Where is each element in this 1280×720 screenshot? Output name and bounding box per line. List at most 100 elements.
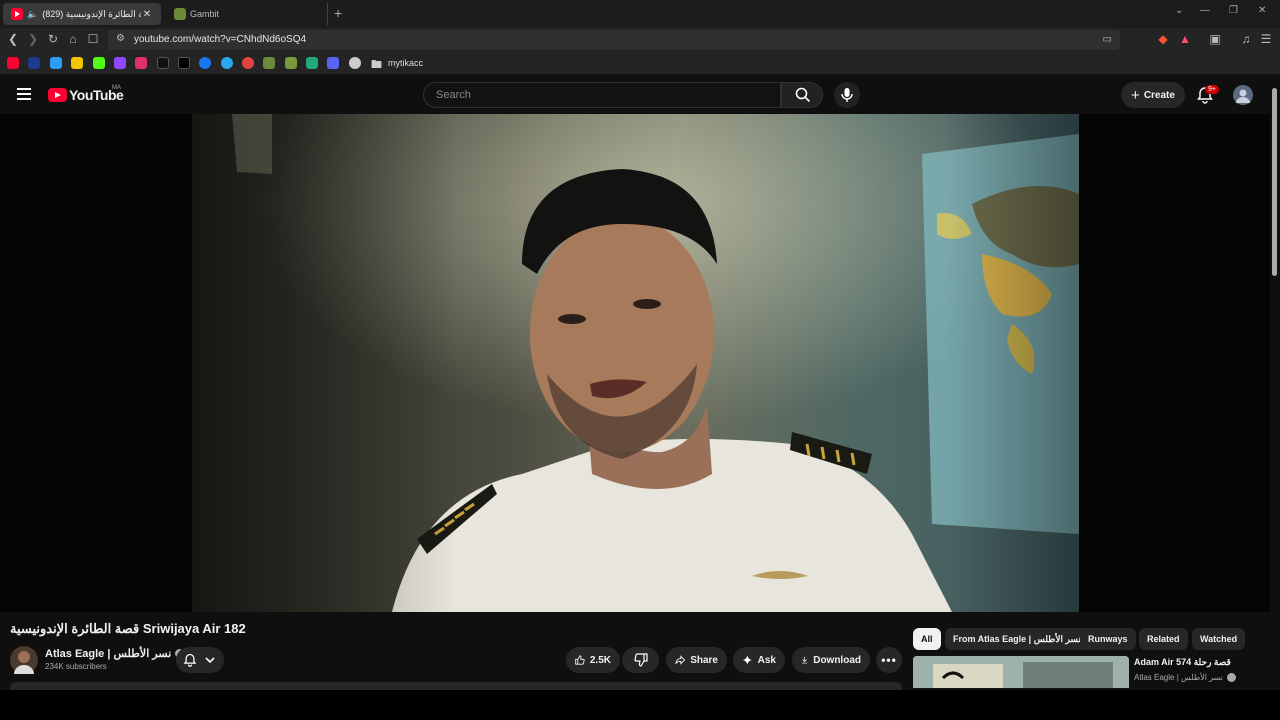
scrollbar-thumb[interactable] [1272, 88, 1277, 276]
sparkle-icon [742, 655, 752, 665]
bookmark-tiktok-icon[interactable] [157, 57, 169, 69]
forward-icon[interactable]: ❯ [25, 32, 41, 46]
tab-title: Gambit [190, 9, 220, 19]
share-button[interactable]: Share [666, 647, 727, 673]
speaker-icon[interactable]: 🔈 [27, 9, 38, 20]
search-button[interactable] [781, 82, 823, 108]
tab-gambit[interactable]: Gambit [166, 3, 328, 25]
channel-avatar-image [14, 651, 34, 674]
gambit-favicon-icon [174, 8, 186, 20]
dislike-button[interactable] [622, 647, 659, 673]
site-info-icon[interactable]: ⚙ [116, 33, 125, 44]
share-label: Share [690, 654, 718, 666]
description-box[interactable] [10, 682, 902, 690]
search-input[interactable] [424, 83, 780, 107]
search-box[interactable] [423, 82, 781, 108]
verified-check-icon [1227, 673, 1236, 682]
menu-icon[interactable]: ☰ [1258, 32, 1274, 46]
microphone-icon [841, 88, 853, 102]
bookmark-instagram-icon[interactable] [135, 57, 147, 69]
download-button[interactable]: Download [792, 647, 870, 673]
bookmark-play-icon[interactable] [28, 57, 40, 69]
like-count: 2.5K [589, 654, 611, 666]
url-text: youtube.com/watch?v=CNhdNd6oSQ4 [134, 34, 307, 45]
video-frame-pilot [192, 114, 1079, 612]
voice-search-button[interactable] [834, 82, 860, 108]
channel-name: Atlas Eagle | نسر الأطلس [45, 648, 172, 660]
video-title: قصة الطائرة الإندونيسية Sriwijaya Air 18… [10, 621, 246, 636]
account-avatar[interactable] [1233, 85, 1253, 105]
more-actions-button[interactable]: ••• [876, 647, 902, 673]
youtube-logo[interactable]: YouTube MA [48, 85, 124, 103]
avatar-person-icon [1236, 89, 1250, 103]
recommendation-thumbnail[interactable] [913, 656, 1129, 688]
hamburger-menu-icon[interactable] [17, 88, 31, 100]
bookmark-chess-icon[interactable] [285, 57, 297, 69]
page-scrollbar[interactable] [1270, 74, 1280, 690]
channel-avatar[interactable] [10, 646, 38, 674]
bookmark-gambit-icon[interactable] [263, 57, 275, 69]
recommendation-channel: Atlas Eagle | نسر الأطلس [1134, 673, 1223, 682]
ask-button[interactable]: Ask [733, 647, 785, 673]
create-label: Create [1143, 89, 1175, 101]
subscribed-notifications-button[interactable] [176, 647, 224, 673]
tab-youtube[interactable]: 🔈 (829) قصة الطائرة الإندونيسية ✕ [3, 3, 161, 25]
sidebar-icon[interactable]: ▣ [1207, 32, 1223, 46]
browser-tab-bar: 🔈 (829) قصة الطائرة الإندونيسية ✕ Gambit… [0, 0, 1280, 28]
plus-icon: + [1131, 86, 1140, 104]
chip-all[interactable]: All [913, 628, 941, 650]
thumbs-down-icon [633, 653, 648, 667]
ask-label: Ask [757, 654, 776, 666]
brave-rewards-icon[interactable]: ▲ [1177, 32, 1193, 46]
region-code: MA [112, 85, 121, 91]
recommendation-channel-row: Atlas Eagle | نسر الأطلس [1134, 673, 1236, 682]
bookmark-youtube-icon[interactable] [7, 57, 19, 69]
url-field[interactable]: ⚙ youtube.com/watch?v=CNhdNd6oSQ4 ▭ [108, 30, 1120, 50]
reload-icon[interactable]: ↻ [45, 32, 61, 46]
maximize-icon[interactable]: ❐ [1229, 5, 1238, 16]
folder-icon: 🖿 [371, 59, 382, 71]
chevron-down-icon [205, 657, 215, 664]
bookmark-discord-icon[interactable] [327, 57, 339, 69]
back-icon[interactable]: ❮ [5, 32, 21, 46]
bookmark-sparkle-icon[interactable] [50, 57, 62, 69]
brave-shields-icon[interactable]: ◆ [1155, 32, 1171, 46]
new-tab-icon[interactable]: + [334, 5, 342, 21]
chip-runways[interactable]: Runways [1080, 628, 1136, 650]
window-bottom-edge [0, 690, 1280, 720]
bookmark-kick-icon[interactable] [93, 57, 105, 69]
cast-icon[interactable]: ▭ [1103, 34, 1112, 45]
download-icon [802, 656, 808, 664]
bookmark-facebook-icon[interactable] [199, 57, 211, 69]
minimize-icon[interactable]: — [1200, 5, 1210, 16]
home-icon[interactable]: ⌂ [65, 32, 81, 46]
notification-badge: 9+ [1205, 85, 1219, 94]
bookmark-globe-icon[interactable] [349, 57, 361, 69]
bookmarks-bar: 🖿 mytikacc [0, 52, 1280, 74]
close-tab-icon[interactable]: ✕ [141, 9, 153, 20]
bell-icon [183, 653, 197, 667]
recommendation-title[interactable]: Adam Air 574 قصة رحلة [1134, 657, 1231, 668]
download-label: Download [813, 654, 861, 666]
chip-from-channel[interactable]: From Atlas Eagle | نسر الأطلس [945, 628, 1089, 650]
create-button[interactable]: + Create [1121, 82, 1185, 108]
bookmark-x-icon[interactable] [178, 57, 190, 69]
video-player[interactable] [192, 114, 1079, 612]
media-icon[interactable]: ♫ [1238, 32, 1254, 46]
bookmark-folder-mytikacc[interactable]: mytikacc [388, 58, 423, 68]
like-button[interactable]: 2.5K [566, 647, 620, 673]
chip-watched[interactable]: Watched [1192, 628, 1246, 650]
bookmark-telegram-icon[interactable] [221, 57, 233, 69]
bookmark-twitch-icon[interactable] [114, 57, 126, 69]
close-window-icon[interactable]: ✕ [1258, 5, 1266, 16]
channel-name-row[interactable]: Atlas Eagle | نسر الأطلس [45, 647, 185, 660]
bookmark-icon[interactable]: ☐ [85, 32, 101, 46]
tab-list-chevron-icon[interactable]: ⌄ [1175, 5, 1183, 16]
bookmark-yellow-icon[interactable] [71, 57, 83, 69]
subscriber-count: 234K subscribers [45, 662, 107, 671]
bookmark-arrow-icon[interactable] [306, 57, 318, 69]
chip-related[interactable]: Related [1139, 628, 1188, 650]
bookmark-red-icon[interactable] [242, 57, 254, 69]
thumbs-up-icon [575, 655, 585, 665]
more-horizontal-icon: ••• [881, 653, 897, 667]
